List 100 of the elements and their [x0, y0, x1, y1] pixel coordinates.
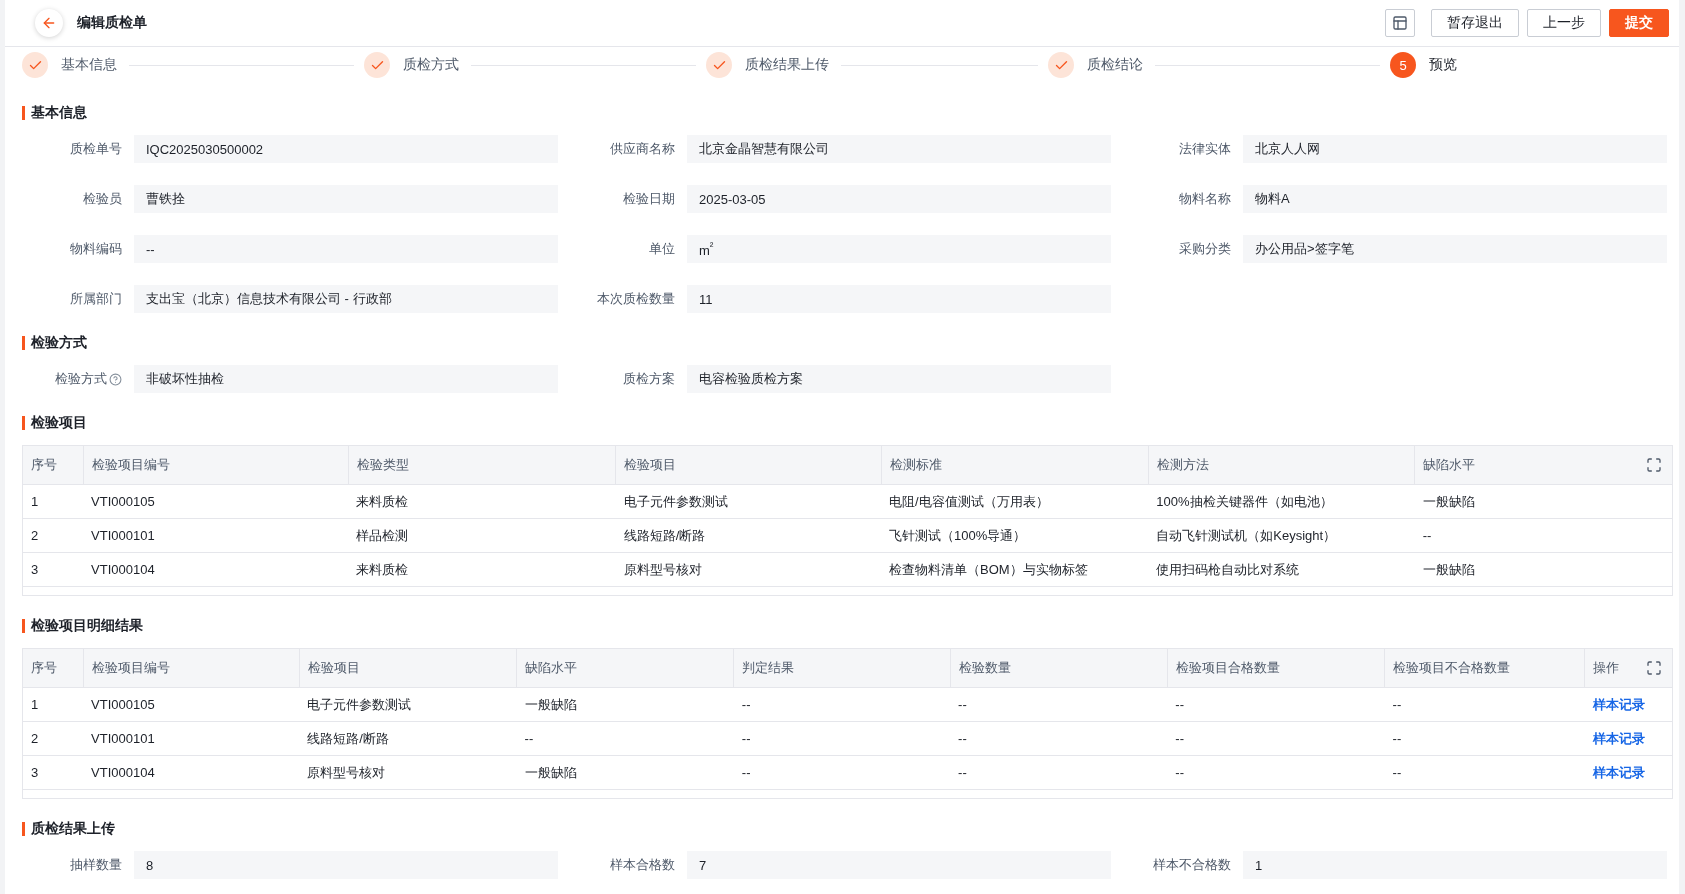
table-cell: 线路短路/断路: [299, 721, 517, 756]
page-title: 编辑质检单: [77, 14, 147, 32]
readonly-field: 北京金晶智慧有限公司: [687, 135, 1111, 163]
table-cell: --: [1167, 721, 1385, 756]
readonly-field: 支出宝（北京）信息技术有限公司 - 行政部: [134, 285, 558, 313]
table-cell: --: [1167, 687, 1385, 722]
table-cell: 一般缺陷: [1414, 484, 1672, 519]
field-label: 法律实体: [1179, 140, 1231, 158]
column-header: 检测标准: [881, 446, 1149, 485]
step-label[interactable]: 质检结论: [1087, 56, 1143, 74]
readonly-field: 曹铁拴: [134, 185, 558, 213]
layout-icon: [1392, 15, 1408, 31]
column-header: 检验项目合格数量: [1167, 649, 1385, 688]
readonly-field: IQC2025030500002: [134, 135, 558, 163]
table-cell: --: [950, 755, 1168, 790]
table-cell: --: [1384, 721, 1585, 756]
action-button[interactable]: 暂存退出: [1431, 9, 1519, 37]
step-label[interactable]: 基本信息: [61, 56, 117, 74]
column-header: 缺陷水平: [1414, 446, 1672, 485]
field-label: 本次质检数量: [597, 290, 675, 308]
table-cell: --: [733, 687, 951, 722]
table-cell: VTI000101: [83, 518, 349, 553]
table-cell: 一般缺陷: [516, 755, 734, 790]
table-cell: 飞针测试（100%导通）: [881, 518, 1149, 553]
readonly-field: 电容检验质检方案: [687, 365, 1111, 393]
field-label: 质检单号: [70, 140, 122, 158]
column-header: 检验数量: [950, 649, 1168, 688]
table-cell: 2: [23, 518, 84, 553]
column-header: 检验项目不合格数量: [1384, 649, 1585, 688]
table-cell: 线路短路/断路: [615, 518, 881, 553]
section-title: 检验项目: [31, 414, 87, 432]
field-label: 物料名称: [1179, 190, 1231, 208]
fullscreen-icon[interactable]: [1646, 660, 1662, 676]
action-button[interactable]: 上一步: [1527, 9, 1601, 37]
table-cell: 检查物料清单（BOM）与实物标签: [881, 552, 1149, 587]
table-cell: 使用扫码枪自动比对系统: [1148, 552, 1415, 587]
table-cell: 原料型号核对: [299, 755, 517, 790]
help-icon[interactable]: [109, 372, 122, 386]
field-label: 所属部门: [70, 290, 122, 308]
back-button[interactable]: [35, 9, 63, 37]
field-label: 采购分类: [1179, 240, 1231, 258]
section-title: 质检结果上传: [31, 820, 115, 838]
readonly-field: m$^{²}$: [687, 235, 1111, 263]
table-cell: --: [733, 721, 951, 756]
table-cell: --: [733, 755, 951, 790]
field-label: 抽样数量: [70, 856, 122, 874]
field-label: 样本合格数: [610, 856, 675, 874]
field-label: 检验方式: [55, 370, 107, 388]
table-cell: --: [1384, 687, 1585, 722]
table-cell: VTI000105: [83, 687, 300, 722]
table-cell: 一般缺陷: [516, 687, 734, 722]
table-cell: 自动飞针测试机（如Keysight）: [1148, 518, 1415, 553]
sample-record-link[interactable]: 样本记录: [1592, 696, 1645, 712]
table-cell: VTI000104: [83, 552, 349, 587]
table-cell: --: [1414, 518, 1672, 553]
table-cell: 1: [23, 484, 84, 519]
section-title: 检验方式: [31, 334, 87, 352]
table-cell: 电阻/电容值测试（万用表）: [881, 484, 1149, 519]
table-cell: --: [1384, 755, 1585, 790]
column-header: 序号: [23, 446, 84, 485]
step-label[interactable]: 预览: [1429, 56, 1457, 74]
field-label: 检验员: [83, 190, 122, 208]
table-cell: VTI000105: [83, 484, 349, 519]
table-cell: 来料质检: [348, 552, 616, 587]
readonly-field: 非破坏性抽检: [134, 365, 558, 393]
column-header: 检验项目编号: [83, 649, 300, 688]
section-title: 基本信息: [31, 104, 87, 122]
table-cell: 来料质检: [348, 484, 616, 519]
field-label: 供应商名称: [610, 140, 675, 158]
table-cell: --: [1167, 755, 1385, 790]
column-header: 缺陷水平: [516, 649, 734, 688]
field-label: 单位: [649, 240, 675, 258]
table-cell: VTI000101: [83, 721, 300, 756]
section-marker: [22, 416, 25, 430]
sample-record-link[interactable]: 样本记录: [1592, 730, 1645, 746]
section-marker: [22, 822, 25, 836]
step-number: 5: [1390, 52, 1416, 78]
fullscreen-icon[interactable]: [1646, 457, 1662, 473]
step-label[interactable]: 质检结果上传: [745, 56, 829, 74]
field-label: 物料编码: [70, 240, 122, 258]
readonly-field: 7: [687, 851, 1111, 879]
table-cell: 1: [23, 687, 84, 722]
section-marker: [22, 619, 25, 633]
column-header: 检验项目编号: [83, 446, 349, 485]
layout-button[interactable]: [1385, 9, 1415, 37]
table-cell: 原料型号核对: [615, 552, 881, 587]
table-cell: VTI000104: [83, 755, 300, 790]
field-label: 质检方案: [623, 370, 675, 388]
sample-record-link[interactable]: 样本记录: [1592, 764, 1645, 780]
section-marker: [22, 106, 25, 120]
column-header: 序号: [23, 649, 84, 688]
readonly-field: 11: [687, 285, 1111, 313]
readonly-field: 北京人人网: [1243, 135, 1667, 163]
readonly-field: --: [134, 235, 558, 263]
step-label[interactable]: 质检方式: [403, 56, 459, 74]
section-marker: [22, 336, 25, 350]
table-cell: 样品检测: [348, 518, 616, 553]
table-cell: 2: [23, 721, 84, 756]
table-cell: --: [950, 721, 1168, 756]
table-cell: 100%抽检关键器件（如电池）: [1148, 484, 1415, 519]
